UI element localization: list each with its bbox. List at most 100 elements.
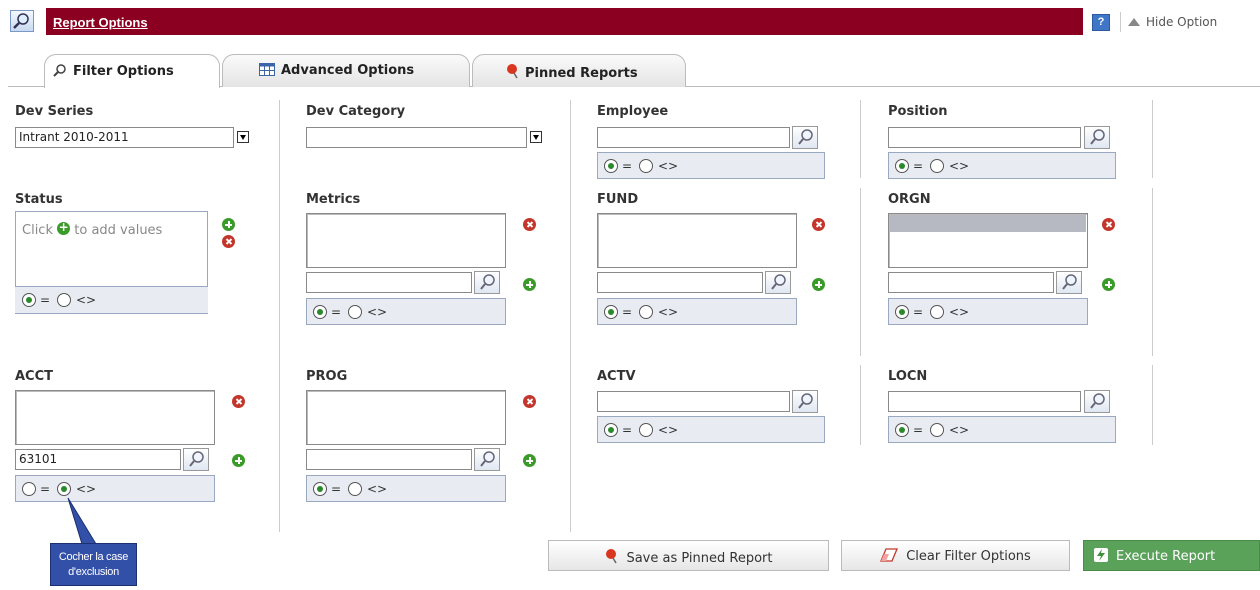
- equals-radio[interactable]: [895, 305, 909, 319]
- prog-listbox[interactable]: [306, 390, 506, 445]
- equals-radio[interactable]: [895, 423, 909, 437]
- metrics-listbox[interactable]: [306, 213, 506, 268]
- metrics-add-button[interactable]: [523, 278, 536, 291]
- status-add-button[interactable]: [222, 218, 235, 231]
- position-label: Position: [888, 104, 948, 119]
- orgn-selected-row[interactable]: [890, 215, 1086, 232]
- status-values-box[interactable]: Click to add values = <>: [15, 211, 208, 314]
- prog-remove-button[interactable]: [523, 395, 536, 408]
- dev-series-select[interactable]: Intrant 2010-2011: [15, 127, 234, 148]
- clear-filter-options-button[interactable]: Clear Filter Options: [841, 540, 1070, 571]
- tab-filter-options[interactable]: Filter Options: [44, 54, 220, 88]
- not-equals-radio[interactable]: [930, 423, 944, 437]
- prog-input[interactable]: [306, 449, 472, 470]
- employee-operator-box: = <>: [597, 152, 825, 179]
- actv-lookup-button[interactable]: [792, 390, 818, 413]
- pin-icon: [604, 548, 618, 568]
- execute-report-label: Execute Report: [1116, 549, 1216, 564]
- actv-input[interactable]: [597, 391, 790, 412]
- not-equals-label: <>: [949, 159, 970, 173]
- locn-input[interactable]: [888, 391, 1081, 412]
- column-divider: [1152, 188, 1153, 356]
- not-equals-radio[interactable]: [930, 159, 944, 173]
- acct-listbox[interactable]: [15, 390, 215, 445]
- equals-label: =: [913, 159, 924, 173]
- orgn-lookup-button[interactable]: [1056, 271, 1082, 294]
- not-equals-radio[interactable]: [639, 159, 653, 173]
- lightning-icon: [1094, 548, 1108, 566]
- equals-radio[interactable]: [313, 482, 327, 496]
- tab-advanced-options-label: Advanced Options: [281, 63, 415, 78]
- hide-options-label: Hide Option: [1146, 15, 1218, 29]
- fund-label: FUND: [597, 192, 639, 207]
- chevron-down-icon[interactable]: [237, 131, 249, 143]
- equals-radio[interactable]: [604, 159, 618, 173]
- equals-radio[interactable]: [604, 305, 618, 319]
- not-equals-radio[interactable]: [57, 482, 71, 496]
- header-title-link[interactable]: Report Options: [53, 15, 148, 30]
- employee-lookup-button[interactable]: [792, 126, 818, 149]
- not-equals-radio[interactable]: [57, 293, 71, 307]
- prog-lookup-button[interactable]: [474, 448, 500, 471]
- metrics-lookup-button[interactable]: [474, 271, 500, 294]
- fund-lookup-button[interactable]: [765, 271, 791, 294]
- employee-input[interactable]: [597, 127, 790, 148]
- status-remove-button[interactable]: [222, 235, 235, 248]
- orgn-add-button[interactable]: [1102, 278, 1115, 291]
- equals-radio[interactable]: [895, 159, 909, 173]
- tab-filter-options-label: Filter Options: [73, 64, 174, 79]
- status-hint-pre: Click: [22, 223, 53, 238]
- acct-add-button[interactable]: [232, 454, 245, 467]
- orgn-remove-button[interactable]: [1102, 218, 1115, 231]
- prog-add-button[interactable]: [523, 454, 536, 467]
- equals-label: =: [40, 482, 51, 496]
- hide-options-toggle[interactable]: Hide Option: [1128, 15, 1217, 29]
- not-equals-radio[interactable]: [930, 305, 944, 319]
- equals-label: =: [622, 159, 633, 173]
- not-equals-radio[interactable]: [639, 305, 653, 319]
- status-hint-post: to add values: [74, 223, 163, 238]
- metrics-remove-button[interactable]: [523, 218, 536, 231]
- dev-category-select[interactable]: [306, 127, 527, 148]
- save-as-pinned-report-button[interactable]: Save as Pinned Report: [548, 540, 829, 571]
- not-equals-radio[interactable]: [639, 423, 653, 437]
- tab-pinned-reports[interactable]: Pinned Reports: [472, 54, 686, 87]
- help-button[interactable]: ?: [1092, 14, 1110, 31]
- table-icon: [259, 63, 275, 80]
- orgn-input[interactable]: [888, 272, 1054, 293]
- triangle-up-icon: [1128, 18, 1140, 26]
- acct-operator-box: = <>: [15, 475, 215, 502]
- orgn-label: ORGN: [888, 192, 931, 207]
- position-lookup-button[interactable]: [1084, 126, 1110, 149]
- fund-remove-button[interactable]: [812, 218, 825, 231]
- acct-remove-button[interactable]: [232, 395, 245, 408]
- orgn-listbox[interactable]: [888, 213, 1088, 268]
- not-equals-radio[interactable]: [348, 482, 362, 496]
- equals-radio[interactable]: [604, 423, 618, 437]
- fund-listbox[interactable]: [597, 213, 797, 268]
- column-divider: [1152, 100, 1153, 178]
- locn-lookup-button[interactable]: [1084, 390, 1110, 413]
- column-divider: [860, 365, 861, 445]
- metrics-label: Metrics: [306, 192, 361, 207]
- not-equals-label: <>: [949, 423, 970, 437]
- exclusion-callout: Cocher la case d'exclusion: [50, 543, 137, 586]
- not-equals-radio[interactable]: [348, 305, 362, 319]
- metrics-input[interactable]: [306, 272, 472, 293]
- chevron-down-icon[interactable]: [530, 131, 542, 143]
- column-divider: [1152, 365, 1153, 445]
- equals-label: =: [331, 482, 342, 496]
- acct-lookup-button[interactable]: [183, 448, 209, 471]
- equals-label: =: [40, 293, 51, 307]
- position-input[interactable]: [888, 127, 1081, 148]
- equals-radio[interactable]: [22, 293, 36, 307]
- fund-input[interactable]: [597, 272, 763, 293]
- acct-input[interactable]: 63101: [15, 449, 181, 470]
- equals-label: =: [331, 305, 342, 319]
- execute-report-button[interactable]: Execute Report: [1083, 540, 1260, 571]
- equals-radio[interactable]: [313, 305, 327, 319]
- tab-advanced-options[interactable]: Advanced Options: [222, 54, 470, 87]
- equals-label: =: [913, 305, 924, 319]
- fund-add-button[interactable]: [812, 278, 825, 291]
- equals-radio[interactable]: [22, 482, 36, 496]
